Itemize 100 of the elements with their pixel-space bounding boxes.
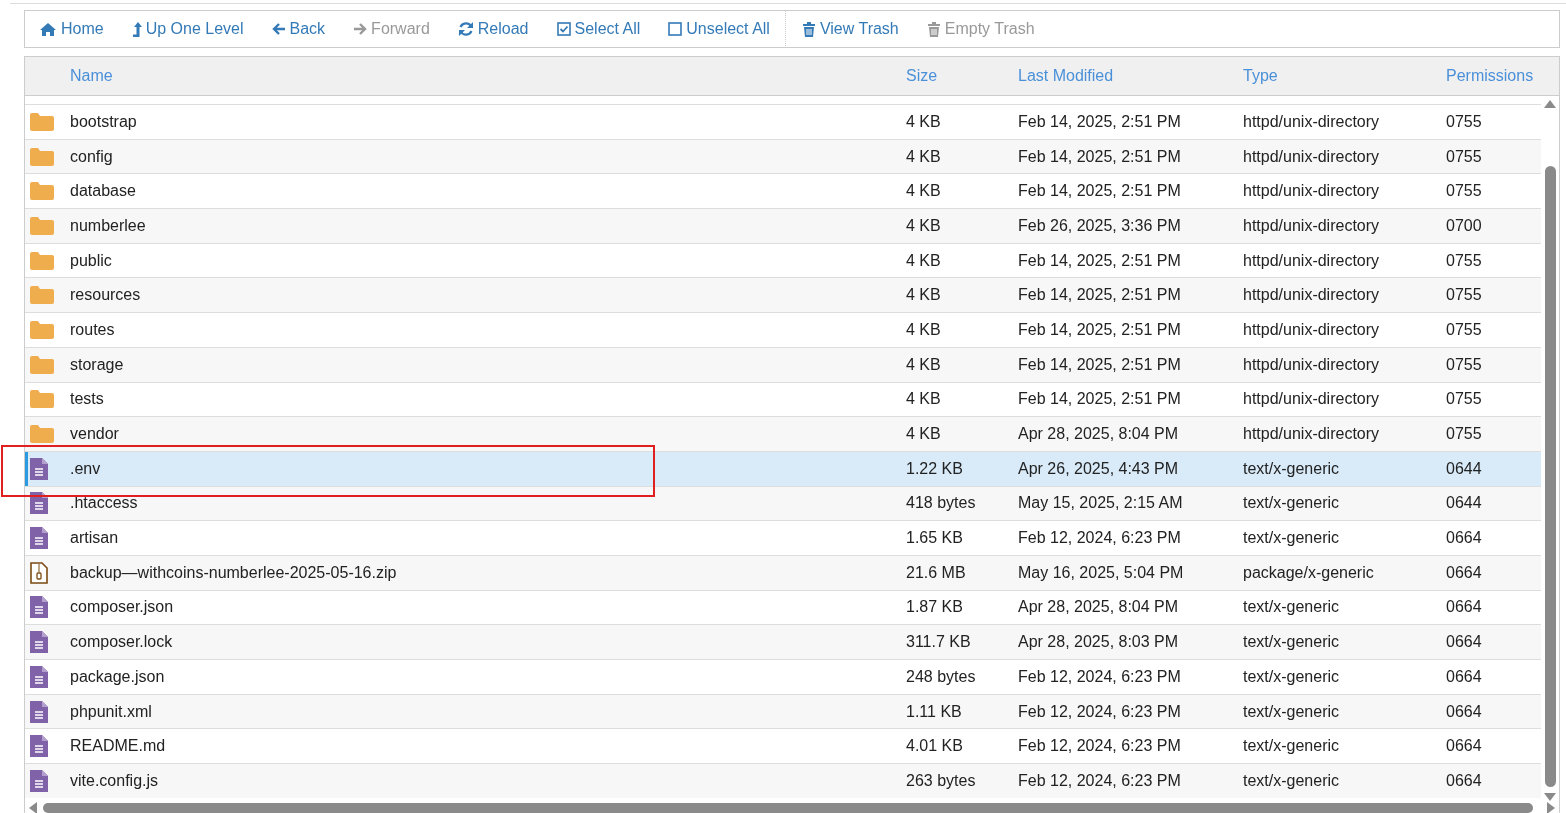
reload-icon [457, 21, 474, 37]
table-cell-text: 4 KB [906, 147, 942, 166]
file-row[interactable]: resources 4 KB Feb 14, 2025, 2:51 PM httpd/unix-directory 0755 [25, 277, 1541, 313]
table-cell-text: httpd/unix-directory [1243, 182, 1381, 201]
table-cell-text: 1.65 KB [906, 529, 964, 548]
table-cell-text: 4 KB [906, 216, 942, 235]
home-icon [39, 21, 57, 37]
file-row[interactable]: numberlee 4 KB Feb 26, 2025, 3:36 PM httpd/unix-directory 0700 [25, 208, 1541, 243]
folder-icon [30, 286, 54, 305]
file-row[interactable]: vendor 4 KB Apr 28, 2025, 8:04 PM httpd/unix-directory 0755 [25, 416, 1541, 451]
table-cell-text: 0644 [1446, 459, 1483, 478]
table-cell-text: 21.6 MB [906, 563, 967, 582]
table-cell-text: routes [70, 320, 116, 339]
table-cell-text: 0664 [1446, 598, 1483, 617]
table-cell-text: vendor [70, 425, 120, 444]
table-cell-text: text/x-generic [1243, 667, 1341, 686]
table-cell-text: bootstrap [70, 112, 138, 131]
table-cell-text: 0664 [1446, 529, 1483, 548]
document-icon [30, 769, 48, 792]
toolbar-button[interactable]: Back [271, 20, 326, 38]
table-cell-text: httpd/unix-directory [1243, 216, 1381, 235]
table-cell-text: public [70, 251, 113, 270]
table-cell-text: 0755 [1446, 425, 1483, 444]
file-row[interactable]: config 4 KB Feb 14, 2025, 2:51 PM httpd/unix-directory 0755 [25, 138, 1541, 174]
table-cell-text: composer.json [70, 598, 175, 617]
file-row[interactable]: composer.lock 311.7 KB Apr 28, 2025, 8:03 PM text/x-generic 0664 [25, 624, 1541, 659]
document-icon [30, 735, 48, 758]
table-cell-text: Feb 14, 2025, 2:51 PM [1018, 147, 1182, 166]
table-cell-text: 0755 [1446, 112, 1483, 131]
file-row[interactable]: phpunit.xml 1.11 KB Feb 12, 2024, 6:23 PM text/x-generic 0664 [25, 693, 1541, 729]
table-cell-text: 0644 [1446, 494, 1483, 513]
table-cell-text: 418 bytes [906, 494, 977, 513]
table-cell-text: config [70, 147, 114, 166]
table-cell-text: text/x-generic [1243, 737, 1341, 756]
scroll-right-icon [1547, 801, 1555, 813]
table-cell-text: resources [70, 286, 142, 305]
table-cell-text: storage [70, 355, 125, 374]
table-cell-text: 4 KB [906, 320, 942, 339]
table-cell-text: 248 bytes [906, 667, 977, 686]
table-cell-text: 0664 [1446, 702, 1483, 721]
table-cell-text: 1.87 KB [906, 598, 964, 617]
toolbar-button[interactable]: Unselect All [668, 20, 770, 38]
table-cell-text: Feb 12, 2024, 6:23 PM [1018, 529, 1182, 548]
document-icon [30, 457, 48, 480]
table-cell-text: 0664 [1446, 737, 1483, 756]
folder-icon [30, 425, 54, 444]
folder-icon [30, 320, 54, 339]
toolbar-button[interactable]: Home [39, 20, 104, 38]
table-cell-text: backup—withcoins-numberlee-2025-05-16.zip [70, 563, 398, 582]
table-cell-text: httpd/unix-directory [1243, 355, 1381, 374]
table-cell-text: 4 KB [906, 425, 942, 444]
table-cell-text: 0664 [1446, 771, 1483, 790]
table-cell-text: text/x-generic [1243, 771, 1341, 790]
document-icon [30, 631, 48, 654]
table-cell-text: httpd/unix-directory [1243, 112, 1381, 131]
folder-icon [30, 182, 54, 201]
table-cell-text: text/x-generic [1243, 598, 1341, 617]
document-icon [30, 665, 48, 688]
toolbar-button[interactable]: View Trash [801, 20, 899, 38]
table-cell-text: 0664 [1446, 633, 1483, 652]
left-arrow-icon [271, 22, 286, 36]
table-cell-text: Feb 14, 2025, 2:51 PM [1018, 251, 1182, 270]
document-icon [30, 596, 48, 619]
table-cell-text: 1.11 KB [906, 702, 963, 721]
table-cell-text: text/x-generic [1243, 494, 1341, 513]
right-arrow-icon [353, 22, 368, 36]
table-cell-text: May 15, 2025, 2:15 AM [1018, 494, 1184, 513]
table-cell-text: Feb 14, 2025, 2:51 PM [1018, 286, 1182, 305]
file-row[interactable]: backup—withcoins-numberlee-2025-05-16.zip 21.6 MB May 16, 2025, 5:04 PM package/x-generic 0664 [25, 554, 1541, 590]
table-cell-text: .htaccess [70, 494, 139, 513]
folder-icon [30, 251, 54, 270]
table-cell-text: 0755 [1446, 147, 1483, 166]
table-cell-text: 0700 [1446, 216, 1483, 235]
table-cell-text: 0755 [1446, 182, 1483, 201]
archive-file-icon [30, 561, 48, 584]
file-row[interactable]: storage 4 KB Feb 14, 2025, 2:51 PM httpd/unix-directory 0755 [25, 346, 1541, 382]
table-cell-text: Feb 14, 2025, 2:51 PM [1018, 182, 1182, 201]
file-row[interactable]: .env 1.22 KB Apr 26, 2025, 4:43 PM text/x-generic 0644 [25, 450, 1541, 486]
table-cell-text: composer.lock [70, 633, 174, 652]
table-cell-text: httpd/unix-directory [1243, 147, 1381, 166]
table-cell-text: 0755 [1446, 251, 1483, 270]
folder-icon [30, 390, 54, 409]
table-cell-text: text/x-generic [1243, 702, 1341, 721]
table-cell-text: 311.7 KB [906, 633, 972, 652]
table-cell-text: numberlee [70, 216, 147, 235]
toolbar-button[interactable]: Up One Level [131, 20, 244, 38]
table-cell-text: May 16, 2025, 5:04 PM [1018, 563, 1185, 582]
document-icon [30, 492, 48, 515]
file-row[interactable]: vite.config.js 263 bytes Feb 12, 2024, 6:23 PM text/x-generic 0664 [25, 763, 1541, 798]
toolbar-button[interactable]: Reload [457, 20, 529, 38]
folder-icon [30, 112, 54, 131]
table-cell-text: Feb 12, 2024, 6:23 PM [1018, 702, 1182, 721]
toolbar-button[interactable]: Select All [556, 20, 641, 38]
table-cell-text: package/x-generic [1243, 563, 1375, 582]
table-cell-text: Apr 28, 2025, 8:04 PM [1018, 425, 1180, 444]
file-row[interactable]: .htaccess 418 bytes May 15, 2025, 2:15 AM text/x-generic 0644 [25, 485, 1541, 521]
table-cell-text: text/x-generic [1243, 529, 1341, 548]
scroll-left-icon [29, 801, 37, 813]
table-cell-text: text/x-generic [1243, 633, 1341, 652]
table-cell-text: Apr 28, 2025, 8:04 PM [1018, 598, 1180, 617]
